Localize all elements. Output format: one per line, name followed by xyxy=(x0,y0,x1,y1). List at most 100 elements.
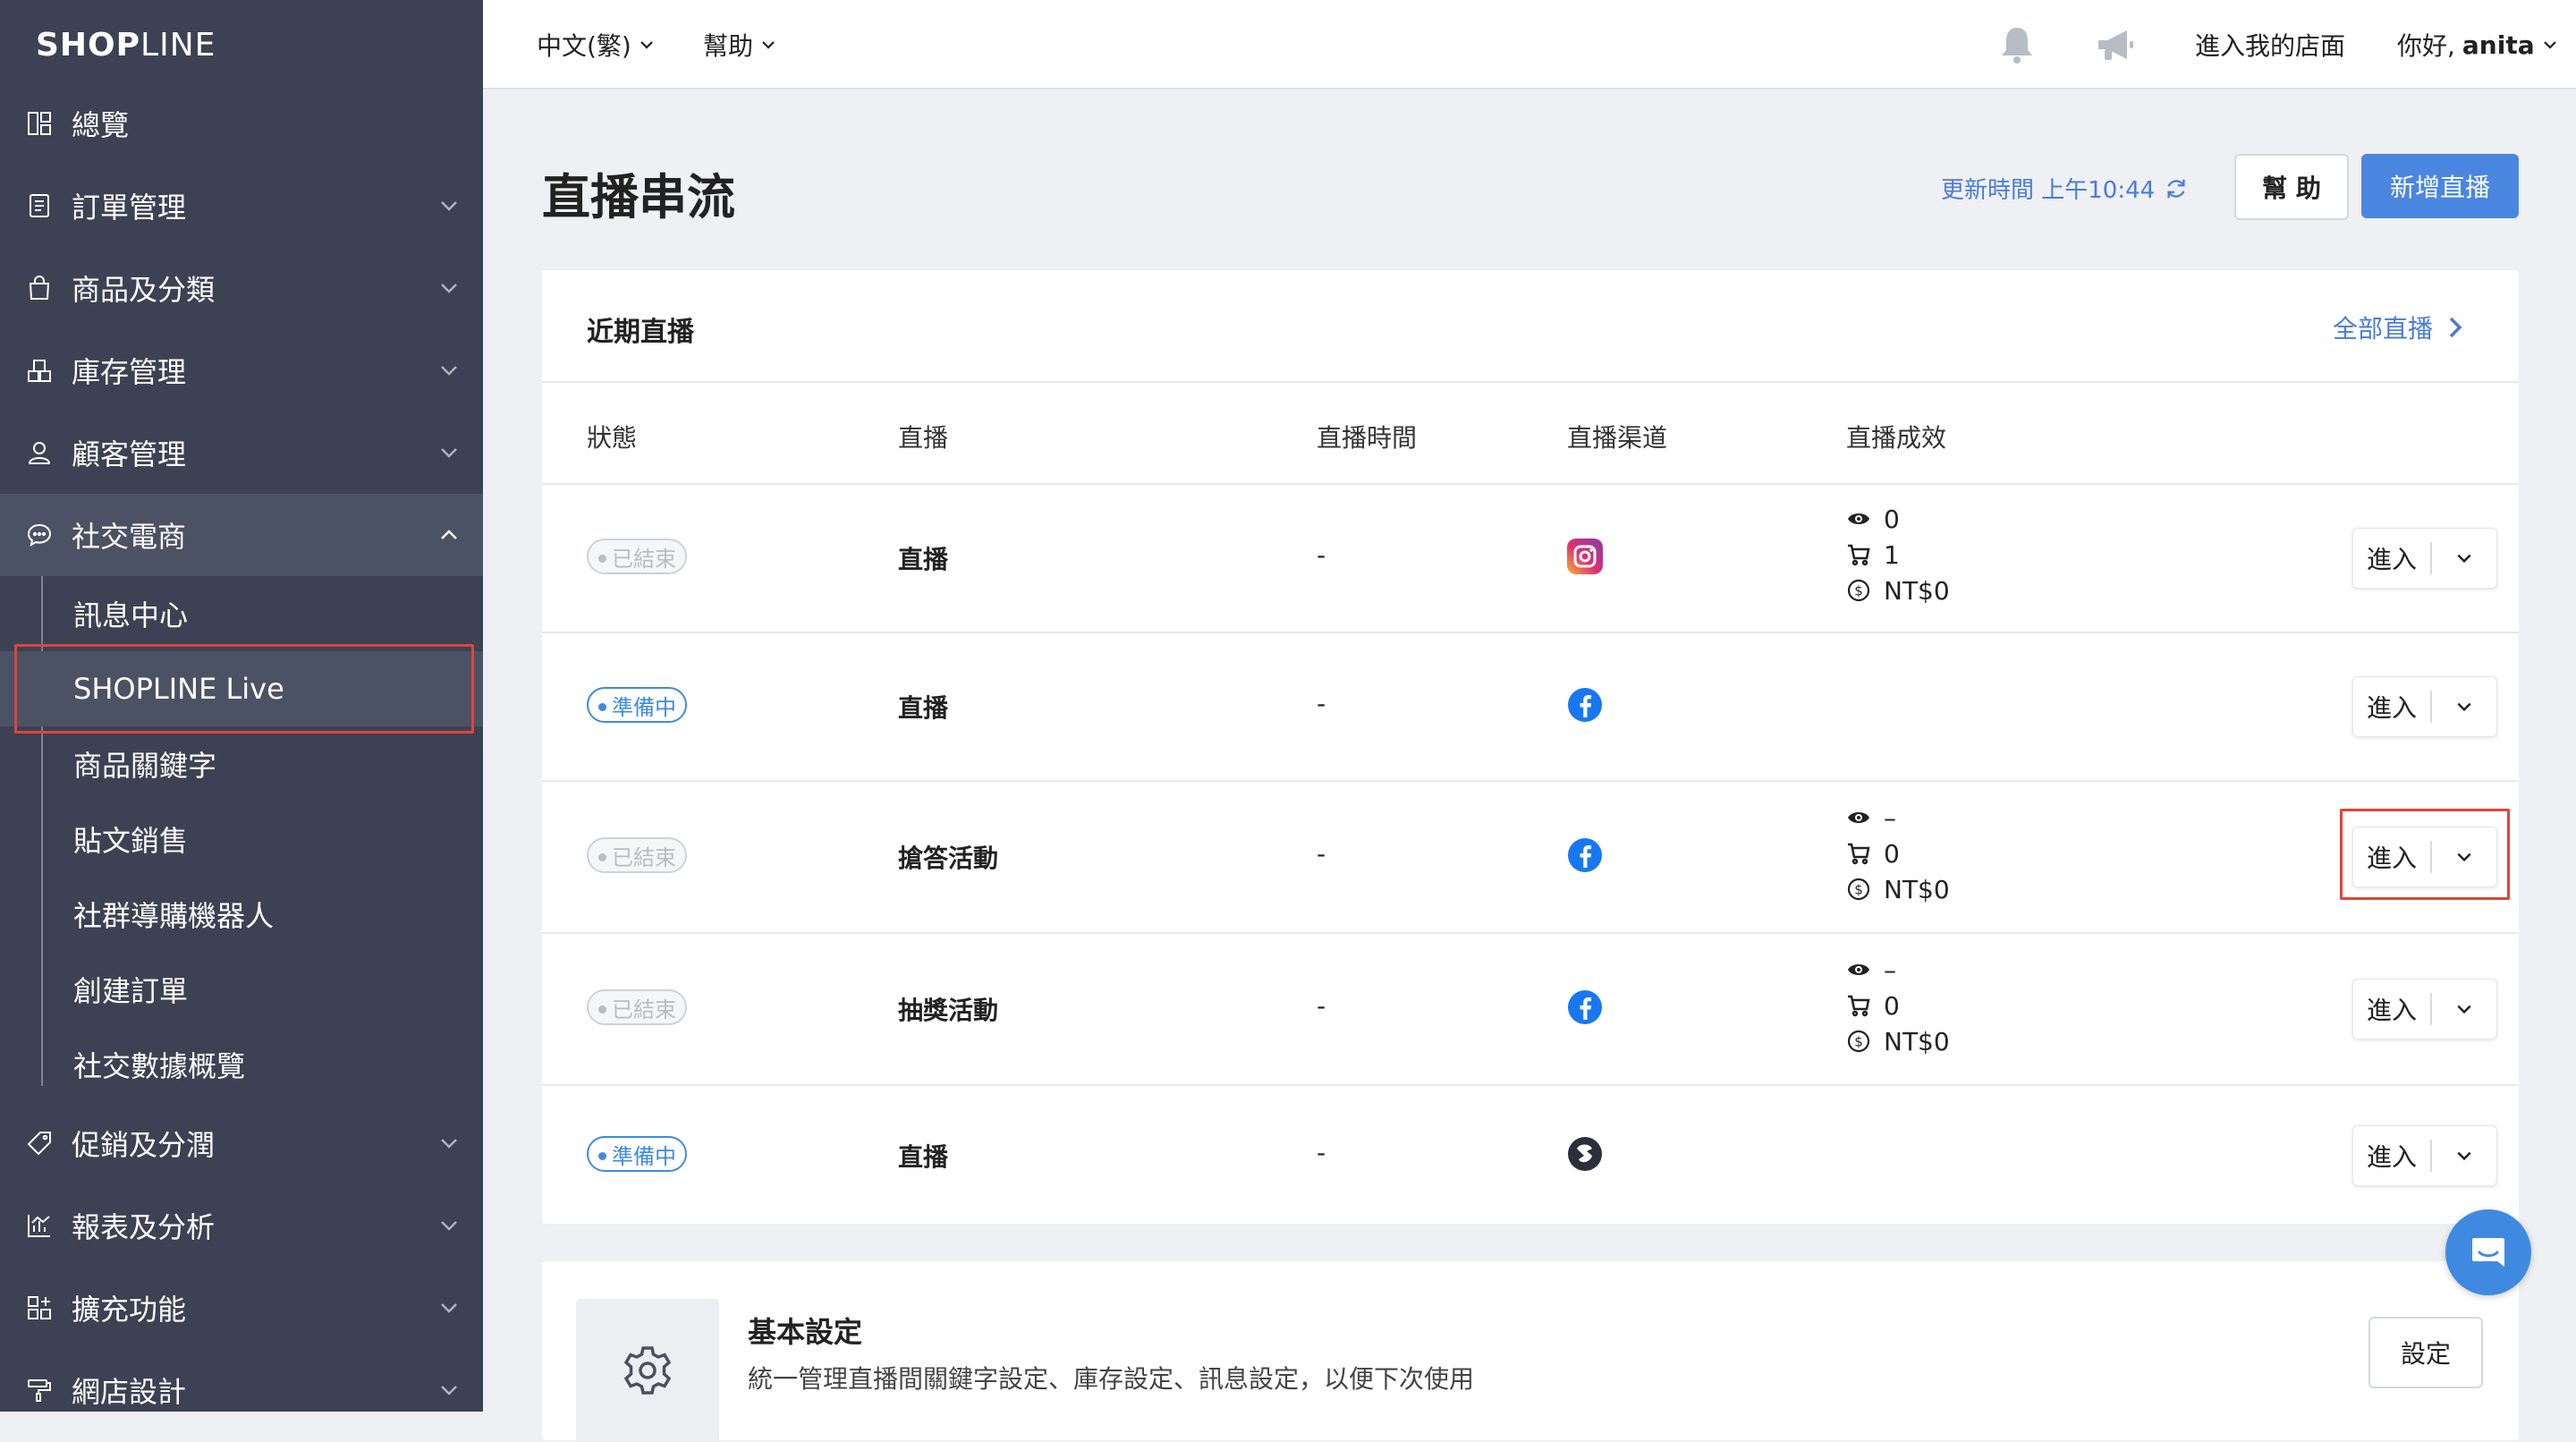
sidebar-item-customers[interactable]: 顧客管理 xyxy=(0,411,483,494)
sidebar-subitem-chatbot[interactable]: 社群導購機器人 xyxy=(0,877,483,952)
col-performance: 直播成效 xyxy=(1846,423,1947,453)
chevron-down-icon xyxy=(2543,41,2556,49)
shopline-logo[interactable]: SHOPLINE xyxy=(36,27,216,64)
sidebar-subitem-social-analytics[interactable]: 社交數據概覽 xyxy=(0,1027,483,1102)
sidebar: SHOPLINE 總覽 訂單管理 商品及分類 庫存管理 顧客管理 社交電商 訊息… xyxy=(0,0,483,1412)
enter-button-group: 進入 xyxy=(2352,676,2497,737)
facebook-icon xyxy=(1568,838,1602,872)
sidebar-item-social-commerce[interactable]: 社交電商 xyxy=(0,494,483,576)
live-performance: – 0 $ NT$0 xyxy=(1846,800,1950,907)
enter-dropdown-button[interactable] xyxy=(2432,698,2496,716)
all-live-link[interactable]: 全部直播 xyxy=(2333,310,2465,345)
sidebar-item-store-design[interactable]: 網店設計 xyxy=(0,1349,483,1431)
user-icon xyxy=(25,438,54,467)
live-time: - xyxy=(1317,540,1326,570)
chevron-down-icon xyxy=(2457,1151,2471,1161)
sidebar-subitem-message-center[interactable]: 訊息中心 xyxy=(0,576,483,651)
table-row: 已結束 抽獎活動 - – 0 $ NT$0 進入 xyxy=(542,934,2519,1086)
live-time: - xyxy=(1317,689,1326,718)
table-row: 準備中 直播 - 進入 xyxy=(542,1086,2519,1222)
enter-button-group: 進入 xyxy=(2352,528,2497,589)
dollar-icon: $ xyxy=(1847,878,1870,901)
table-row: 準備中 直播 - 進入 xyxy=(542,633,2519,782)
enter-dropdown-button[interactable] xyxy=(2432,549,2496,567)
sidebar-item-inventory[interactable]: 庫存管理 xyxy=(0,329,483,411)
status-badge: 已結束 xyxy=(587,989,687,1025)
live-time: - xyxy=(1317,991,1326,1021)
language-dropdown[interactable]: 中文(繁) xyxy=(537,27,655,63)
dollar-icon: $ xyxy=(1847,579,1870,602)
page-title: 直播串流 xyxy=(542,169,735,225)
settings-button[interactable]: 設定 xyxy=(2368,1317,2483,1388)
table-row: 已結束 搶答活動 - – 0 $ NT$0 進入 xyxy=(542,782,2519,934)
enter-button[interactable]: 進入 xyxy=(2353,991,2430,1027)
sidebar-subitem-create-order[interactable]: 創建訂單 xyxy=(0,952,483,1027)
col-status: 狀態 xyxy=(587,423,638,453)
orders-icon xyxy=(25,191,54,220)
refresh-icon[interactable] xyxy=(2164,176,2189,201)
status-badge: 準備中 xyxy=(587,1136,687,1172)
chevron-down-icon xyxy=(441,366,457,376)
help-button[interactable]: 幫 助 xyxy=(2234,154,2349,220)
chevron-down-icon xyxy=(2457,1005,2471,1014)
highlight-box-enter xyxy=(2340,809,2510,900)
bell-icon[interactable] xyxy=(1995,23,2039,68)
enter-button[interactable]: 進入 xyxy=(2353,540,2430,576)
dashboard-icon xyxy=(25,109,54,138)
chat-support-button[interactable] xyxy=(2445,1209,2531,1295)
status-badge: 已結束 xyxy=(587,539,687,574)
update-time[interactable]: 更新時間 上午10:44 xyxy=(1941,172,2189,205)
chart-icon xyxy=(25,1211,54,1240)
user-menu[interactable]: 你好, anita xyxy=(2397,27,2558,63)
sidebar-item-overview[interactable]: 總覽 xyxy=(0,82,483,165)
eye-icon xyxy=(1848,812,1869,823)
gear-icon xyxy=(623,1346,672,1395)
sidebar-item-reports[interactable]: 報表及分析 xyxy=(0,1184,483,1267)
enter-button-group: 進入 xyxy=(2352,1125,2497,1186)
table-row: 已結束 直播 - 0 1 $ NT$0 進入 xyxy=(542,483,2519,633)
enter-dropdown-button[interactable] xyxy=(2432,1000,2496,1018)
chat-icon xyxy=(25,521,54,549)
svg-text:$: $ xyxy=(1854,1034,1863,1050)
sidebar-subitem-post-sales[interactable]: 貼文銷售 xyxy=(0,802,483,877)
revenue-stat: $ NT$0 xyxy=(1846,1023,1950,1059)
basic-settings-card: 基本設定 統一管理直播間關鍵字設定、庫存設定、訊息設定，以便下次使用 設定 xyxy=(542,1261,2519,1442)
live-name: 直播 xyxy=(898,1142,949,1172)
enter-button[interactable]: 進入 xyxy=(2353,689,2430,725)
sidebar-item-label: 庫存管理 xyxy=(72,355,187,389)
revenue-stat: $ NT$0 xyxy=(1846,871,1950,907)
sidebar-item-label: 網店設計 xyxy=(72,1375,187,1409)
chevron-down-icon xyxy=(441,1221,457,1231)
sidebar-item-products[interactable]: 商品及分類 xyxy=(0,247,483,329)
card-title: 近期直播 xyxy=(587,317,694,348)
chevron-down-icon xyxy=(441,448,457,458)
live-performance: – 0 $ NT$0 xyxy=(1846,952,1950,1059)
views-stat: 0 xyxy=(1846,501,1950,537)
enter-button[interactable]: 進入 xyxy=(2353,1138,2430,1174)
chevron-right-icon xyxy=(2449,317,2462,338)
megaphone-icon[interactable] xyxy=(2093,23,2138,68)
views-stat: – xyxy=(1846,800,1950,836)
store-front-link[interactable]: 進入我的店面 xyxy=(2195,27,2345,63)
live-name: 搶答活動 xyxy=(898,844,999,873)
apps-icon xyxy=(25,1294,54,1322)
chat-bubble-icon xyxy=(2472,1238,2504,1267)
sidebar-item-label: 商品及分類 xyxy=(72,273,216,307)
sidebar-nav: 總覽 訂單管理 商品及分類 庫存管理 顧客管理 社交電商 訊息中心 SHOPLI… xyxy=(0,82,483,1431)
help-dropdown[interactable]: 幫助 xyxy=(703,27,776,63)
sidebar-item-orders[interactable]: 訂單管理 xyxy=(0,165,483,247)
enter-dropdown-button[interactable] xyxy=(2432,1147,2496,1165)
status-badge: 準備中 xyxy=(587,687,687,723)
sidebar-subitem-product-keywords[interactable]: 商品關鍵字 xyxy=(0,726,483,802)
col-time: 直播時間 xyxy=(1317,423,1418,453)
sidebar-item-promotions[interactable]: 促銷及分潤 xyxy=(0,1102,483,1184)
tag-icon xyxy=(25,1129,54,1158)
shopline-live-icon xyxy=(1568,1137,1602,1171)
new-live-button[interactable]: 新增直播 xyxy=(2361,154,2519,218)
chevron-down-icon xyxy=(640,41,653,49)
table-header: 狀態 直播 直播時間 直播渠道 直播成效 xyxy=(542,381,2519,485)
chevron-down-icon xyxy=(2457,702,2471,712)
sidebar-item-apps[interactable]: 擴充功能 xyxy=(0,1267,483,1349)
cart-icon xyxy=(1848,995,1870,1017)
sidebar-item-label: 促銷及分潤 xyxy=(72,1128,216,1162)
